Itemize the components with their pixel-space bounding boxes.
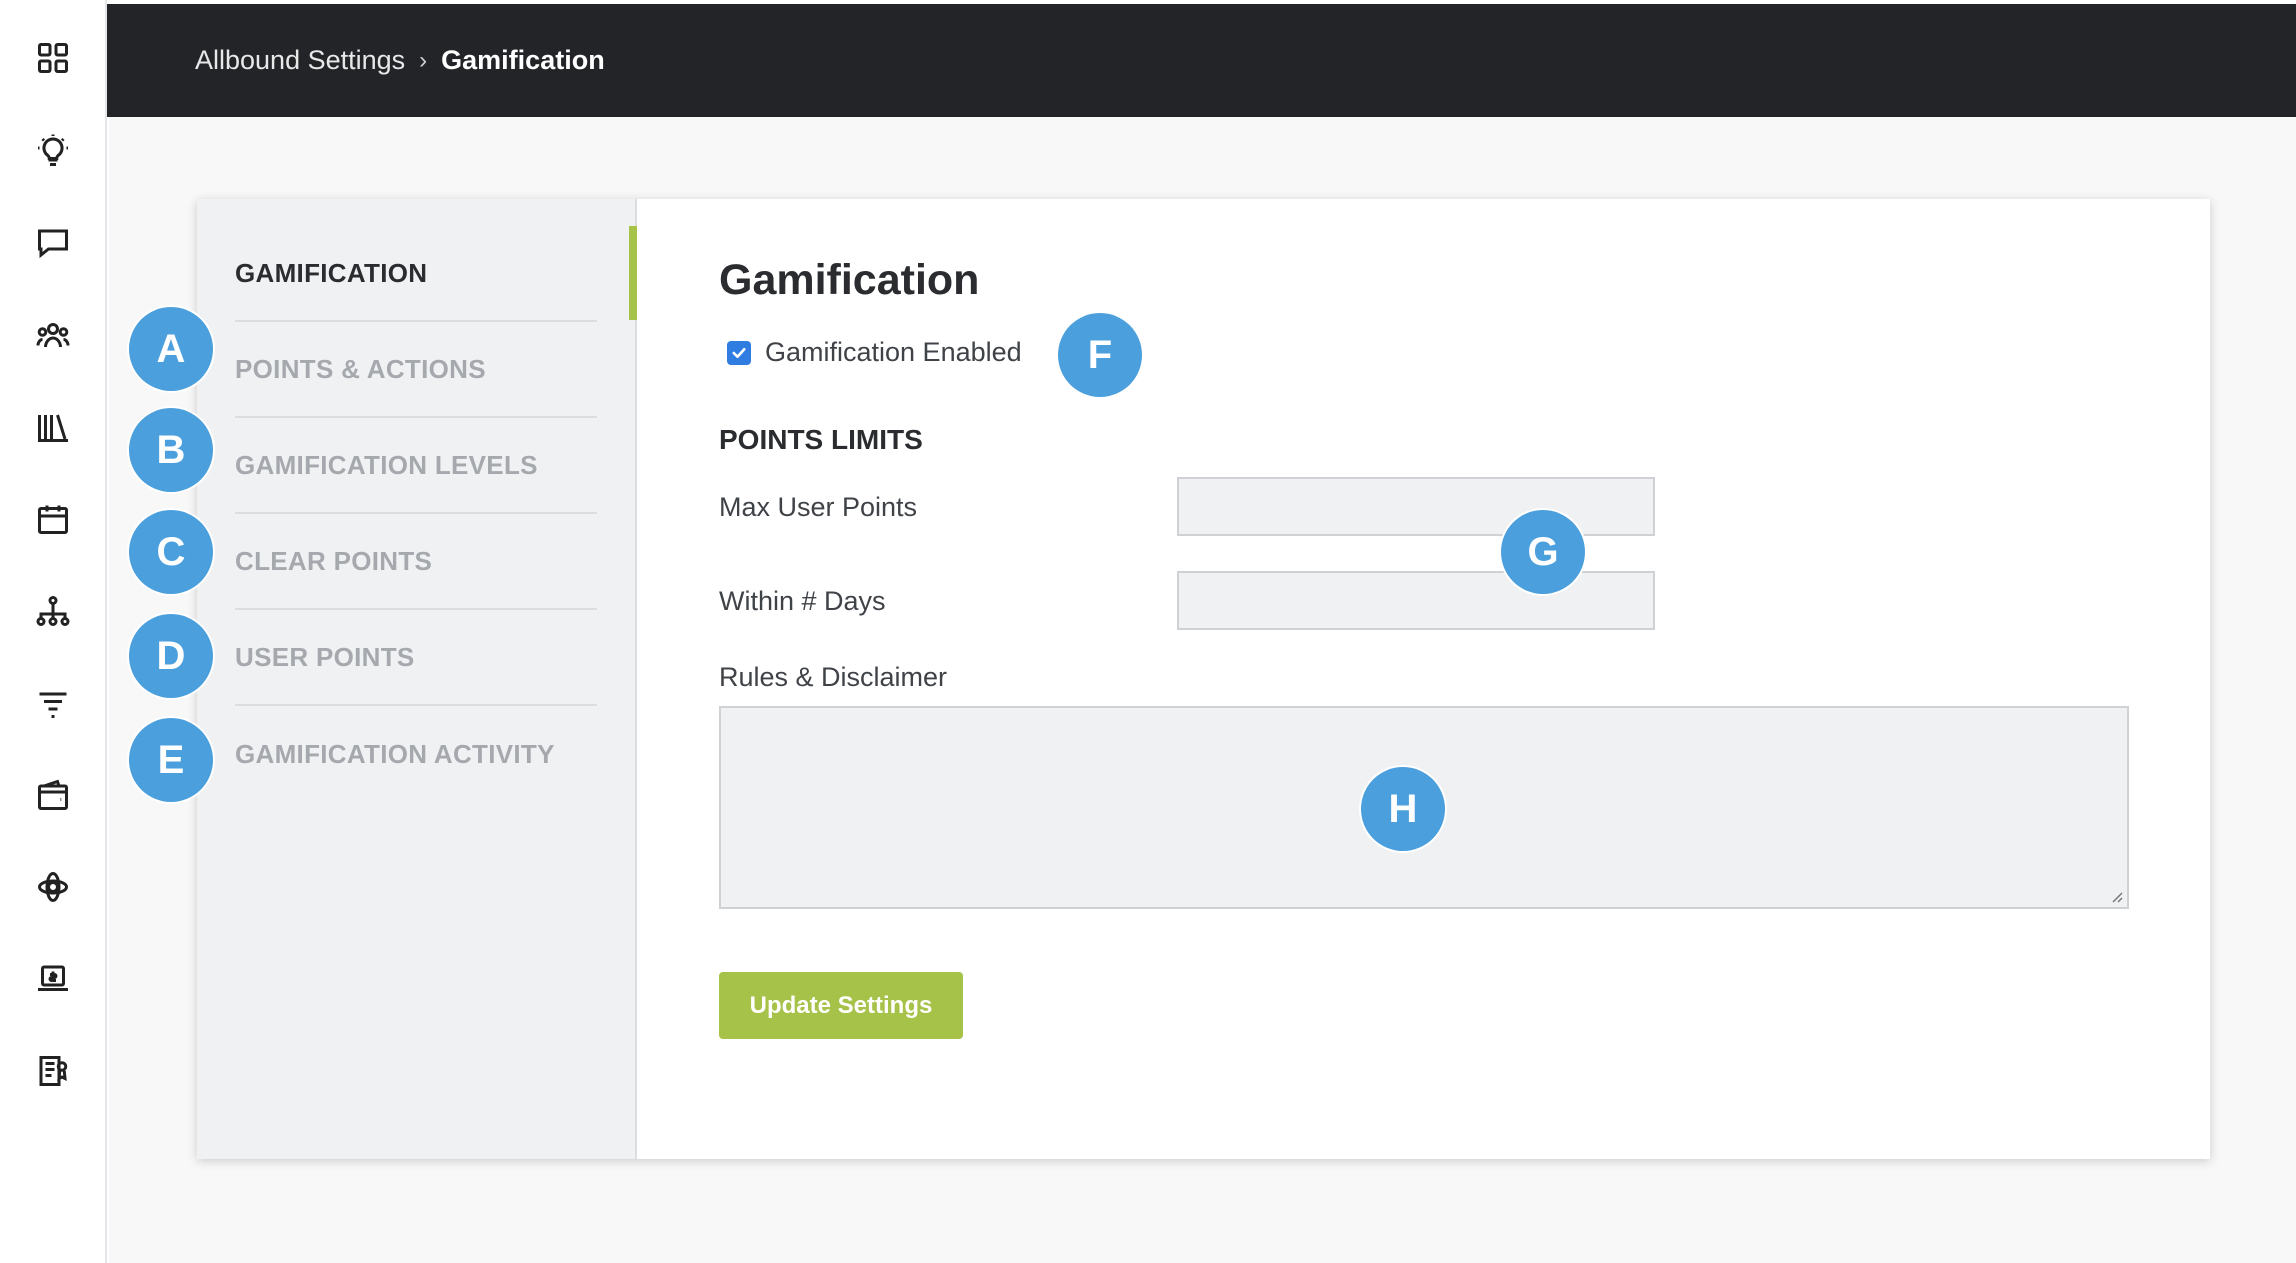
within-days-input[interactable]: [1177, 571, 1655, 630]
callout-marker-a: A: [129, 307, 213, 391]
people-icon[interactable]: [32, 314, 74, 356]
active-indicator: [629, 226, 637, 320]
icon-rail: [0, 0, 107, 1263]
gamification-enabled-checkbox[interactable]: [727, 340, 751, 365]
update-settings-button[interactable]: Update Settings: [719, 972, 963, 1039]
chat-icon[interactable]: [32, 222, 74, 264]
points-limits-heading: POINTS LIMITS: [719, 424, 923, 455]
wallet-icon[interactable]: [32, 774, 74, 816]
laptop-dollar-icon[interactable]: [32, 958, 74, 1000]
side-nav-gamification-levels[interactable]: GAMIFICATION LEVELS: [235, 418, 597, 514]
dashboard-grid-icon[interactable]: [32, 37, 74, 79]
side-nav-gamification[interactable]: GAMIFICATION: [235, 226, 597, 322]
check-icon: [732, 347, 746, 358]
breadcrumb-root[interactable]: Allbound Settings: [195, 45, 405, 76]
lightbulb-icon[interactable]: [32, 130, 74, 172]
breadcrumb-separator: ›: [419, 46, 428, 74]
max-user-points-input[interactable]: [1177, 477, 1655, 536]
gamification-form: Gamification Gamification Enabled POINTS…: [637, 199, 2210, 1159]
callout-marker-g: G: [1501, 510, 1585, 594]
breadcrumb-current: Gamification: [441, 45, 605, 75]
side-nav-clear-points[interactable]: CLEAR POINTS: [235, 514, 597, 610]
callout-marker-c: C: [129, 510, 213, 594]
top-header: Allbound Settings › Gamification: [107, 4, 2296, 117]
callout-marker-e: E: [129, 718, 213, 802]
org-chart-icon[interactable]: [32, 590, 74, 632]
gamification-enabled-row: Gamification Enabled: [727, 337, 1022, 368]
page-title: Gamification: [719, 256, 980, 304]
within-days-label: Within # Days: [719, 586, 886, 616]
library-icon[interactable]: [32, 406, 74, 448]
rules-disclaimer-label: Rules & Disclaimer: [719, 662, 948, 692]
settings-card: GAMIFICATION POINTS & ACTIONS GAMIFICATI…: [197, 199, 2210, 1159]
resize-grip-icon[interactable]: [2109, 889, 2123, 903]
side-nav-points-actions[interactable]: POINTS & ACTIONS: [235, 322, 597, 418]
callout-marker-d: D: [129, 614, 213, 698]
callout-marker-b: B: [129, 408, 213, 492]
side-nav-user-points[interactable]: USER POINTS: [235, 610, 597, 706]
filter-icon[interactable]: [32, 682, 74, 724]
max-user-points-label: Max User Points: [719, 492, 918, 522]
calendar-icon[interactable]: [32, 498, 74, 540]
orbit-icon[interactable]: [32, 866, 74, 908]
callout-marker-f: F: [1058, 313, 1142, 397]
settings-side-nav: GAMIFICATION POINTS & ACTIONS GAMIFICATI…: [197, 199, 637, 1159]
side-nav-gamification-activity[interactable]: GAMIFICATION ACTIVITY: [235, 706, 597, 802]
callout-marker-h: H: [1361, 767, 1445, 851]
gamification-enabled-label[interactable]: Gamification Enabled: [765, 337, 1022, 368]
report-icon[interactable]: [32, 1050, 74, 1092]
